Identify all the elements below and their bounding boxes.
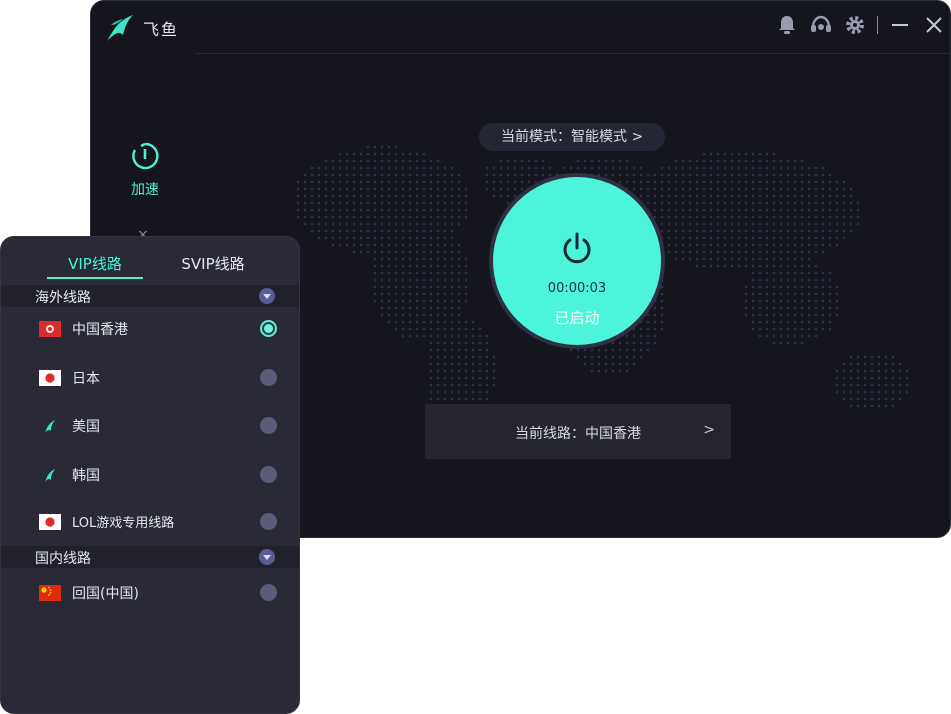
route-name: 中国香港 xyxy=(72,322,128,338)
tab-svip[interactable]: SVIP线路 xyxy=(173,253,253,274)
radio-unselected[interactable] xyxy=(260,369,277,386)
connection-status: 已启动 xyxy=(554,309,600,327)
window-controls xyxy=(775,13,946,37)
controls-separator xyxy=(877,16,878,34)
radio-unselected[interactable] xyxy=(260,584,277,601)
minimize-icon[interactable] xyxy=(888,13,912,37)
current-route-bar[interactable]: 当前线路：中国香港 > xyxy=(425,404,731,459)
active-tab-indicator xyxy=(47,277,143,279)
route-item-hk[interactable]: 中国香港 xyxy=(1,315,299,345)
tab-vip[interactable]: VIP线路 xyxy=(47,253,143,274)
route-name: 日本 xyxy=(72,371,100,387)
radio-unselected[interactable] xyxy=(260,466,277,483)
close-icon[interactable] xyxy=(922,13,946,37)
app-logo: 飞鱼 xyxy=(103,11,179,45)
power-button[interactable]: 00:00:03 已启动 xyxy=(493,177,661,345)
route-name: 韩国 xyxy=(72,468,100,484)
gear-icon[interactable] xyxy=(843,13,867,37)
radio-selected[interactable] xyxy=(260,320,277,337)
power-icon xyxy=(563,232,591,264)
fish-logo-icon xyxy=(107,15,133,41)
mode-selector[interactable]: 当前模式：智能模式 > xyxy=(479,123,666,151)
route-name: LOL游戏专用线路 xyxy=(72,516,175,531)
route-item-lol[interactable]: LOL游戏专用线路 xyxy=(1,508,299,538)
elapsed-timer: 00:00:03 xyxy=(547,281,607,296)
radio-unselected[interactable] xyxy=(260,417,277,434)
nav-accelerate-label: 加速 xyxy=(131,182,159,198)
current-route-label: 当前线路：中国香港 xyxy=(515,426,641,442)
radio-unselected[interactable] xyxy=(260,513,277,530)
route-item-jp[interactable]: 日本 xyxy=(1,364,299,394)
app-stage: 飞鱼 加速 × 当前模式：智能模式 > 00:00:03 已启动 当前线路：中国… xyxy=(0,0,951,714)
route-item-us[interactable]: 美国 xyxy=(1,412,299,442)
jp-flag-icon xyxy=(39,370,61,386)
route-panel: VIP线路 SVIP线路 海外线路 中国香港 日本 美国 韩国 LOL游戏专用线… xyxy=(0,236,300,714)
chevron-right-icon: > xyxy=(703,422,715,438)
route-name: 回国(中国) xyxy=(72,586,139,602)
title-divider xyxy=(195,53,950,54)
fish-logo-icon xyxy=(45,420,55,433)
app-name: 飞鱼 xyxy=(143,20,180,39)
section-domestic[interactable]: 国内线路 xyxy=(1,546,299,568)
jp-flag-icon xyxy=(39,514,61,530)
hk-flag-icon xyxy=(39,321,61,337)
route-item-kr[interactable]: 韩国 xyxy=(1,461,299,491)
chevron-down-icon[interactable] xyxy=(259,288,275,304)
nav-accelerate[interactable]: 加速 xyxy=(117,141,173,199)
speed-gauge-icon xyxy=(132,142,159,170)
section-title: 海外线路 xyxy=(35,290,91,306)
section-overseas[interactable]: 海外线路 xyxy=(1,285,299,307)
cn-flag-icon xyxy=(39,585,61,601)
route-name: 美国 xyxy=(72,419,100,435)
headset-icon[interactable] xyxy=(809,13,833,37)
bell-icon[interactable] xyxy=(775,13,799,37)
section-title: 国内线路 xyxy=(35,551,91,567)
chevron-down-icon[interactable] xyxy=(259,549,275,565)
fish-logo-icon xyxy=(45,469,55,482)
route-item-cn[interactable]: 回国(中国) xyxy=(1,579,299,609)
